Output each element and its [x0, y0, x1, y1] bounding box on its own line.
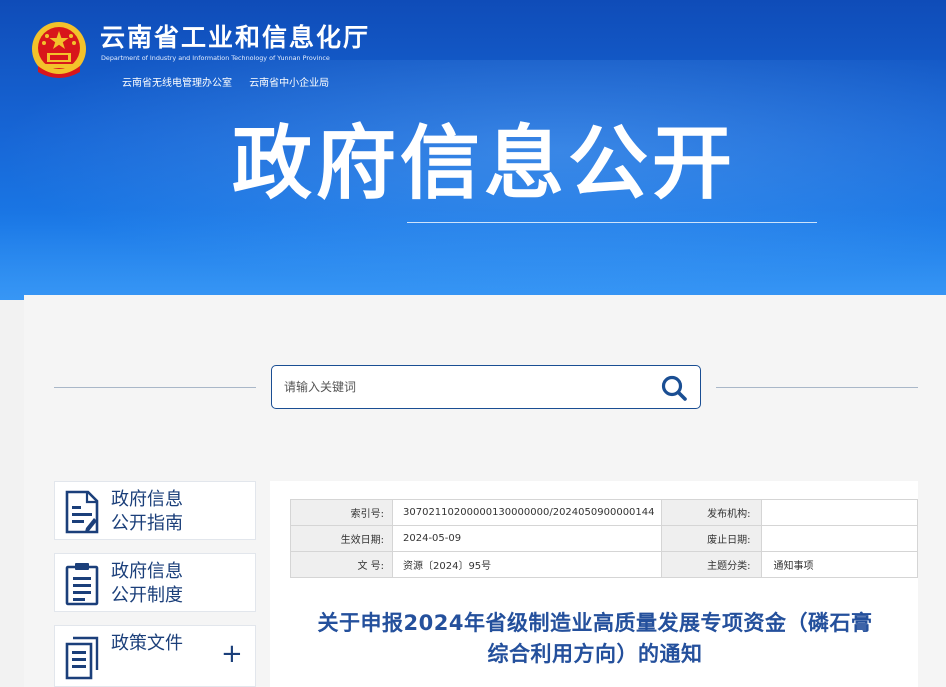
effective-date-label: 生效日期:: [290, 525, 393, 552]
sidebar-item-disclosure-guide[interactable]: 政府信息 公开指南: [54, 481, 256, 540]
guide-document-icon: [65, 490, 99, 534]
sidebar-item-disclosure-rules[interactable]: 政府信息 公开制度: [54, 553, 256, 612]
sidebar-item-label: 政策文件: [111, 632, 221, 656]
table-row: 生效日期: 2024-05-09 废止日期:: [290, 525, 918, 552]
index-value: 30702110200000130000000/2024050900000144: [392, 499, 662, 526]
label-line-2: 公开指南: [111, 513, 183, 534]
index-label: 索引号:: [290, 499, 393, 526]
expire-date-label: 废止日期:: [660, 525, 762, 552]
topic-value: 通知事项: [760, 551, 918, 578]
publisher-label: 发布机构:: [660, 499, 762, 526]
label-line-2: 公开制度: [111, 585, 183, 606]
publisher-value: [760, 499, 918, 526]
sidebar-item-policy-documents[interactable]: 政策文件 +: [54, 625, 256, 687]
search-divider-left: [54, 387, 256, 388]
search-icon[interactable]: [660, 374, 688, 402]
sub-org-sme-bureau[interactable]: 云南省中小企业局: [249, 78, 329, 89]
label-line-1: 政策文件: [111, 633, 183, 654]
sub-organizations: 云南省无线电管理办公室 云南省中小企业局: [122, 74, 343, 89]
topic-label: 主题分类:: [660, 551, 762, 578]
doc-number-value: 资源〔2024〕95号: [392, 551, 662, 578]
expire-date-value: [760, 525, 918, 552]
search-box: [271, 365, 701, 409]
document-title-line-1: 关于申报2024年省级制造业高质量发展专项资金（磷石膏: [317, 611, 873, 635]
clipboard-list-icon: [65, 563, 99, 606]
sidebar-item-label: 政府信息 公开指南: [111, 488, 221, 536]
sub-org-radio-office[interactable]: 云南省无线电管理办公室: [122, 78, 232, 89]
document-title-line-2: 综合利用方向）的通知: [487, 642, 703, 666]
label-line-1: 政府信息: [111, 489, 183, 510]
header-banner: 云南省工业和信息化厅 Department of Industry and In…: [0, 0, 946, 300]
search-divider-right: [716, 387, 918, 388]
banner-title: 政府信息公开: [232, 117, 736, 210]
site-name[interactable]: 云南省工业和信息化厅: [100, 18, 370, 54]
doc-number-label: 文 号:: [290, 551, 393, 578]
document-title: 关于申报2024年省级制造业高质量发展专项资金（磷石膏 综合利用方向）的通知: [290, 608, 900, 670]
table-row: 文 号: 资源〔2024〕95号 主题分类: 通知事项: [290, 551, 918, 578]
effective-date-value: 2024-05-09: [392, 525, 662, 552]
document-meta-table: 索引号: 30702110200000130000000/20240509000…: [290, 499, 918, 578]
national-emblem-icon: [32, 22, 86, 78]
sidebar-item-label: 政府信息 公开制度: [111, 560, 221, 608]
site-name-english: Department of Industry and Information T…: [101, 54, 330, 62]
documents-stack-icon: [65, 636, 99, 680]
table-row: 索引号: 30702110200000130000000/20240509000…: [290, 499, 918, 526]
search-input[interactable]: [284, 377, 644, 397]
banner-title-underline: [407, 222, 817, 223]
expand-plus-icon[interactable]: +: [221, 640, 243, 668]
label-line-1: 政府信息: [111, 561, 183, 582]
